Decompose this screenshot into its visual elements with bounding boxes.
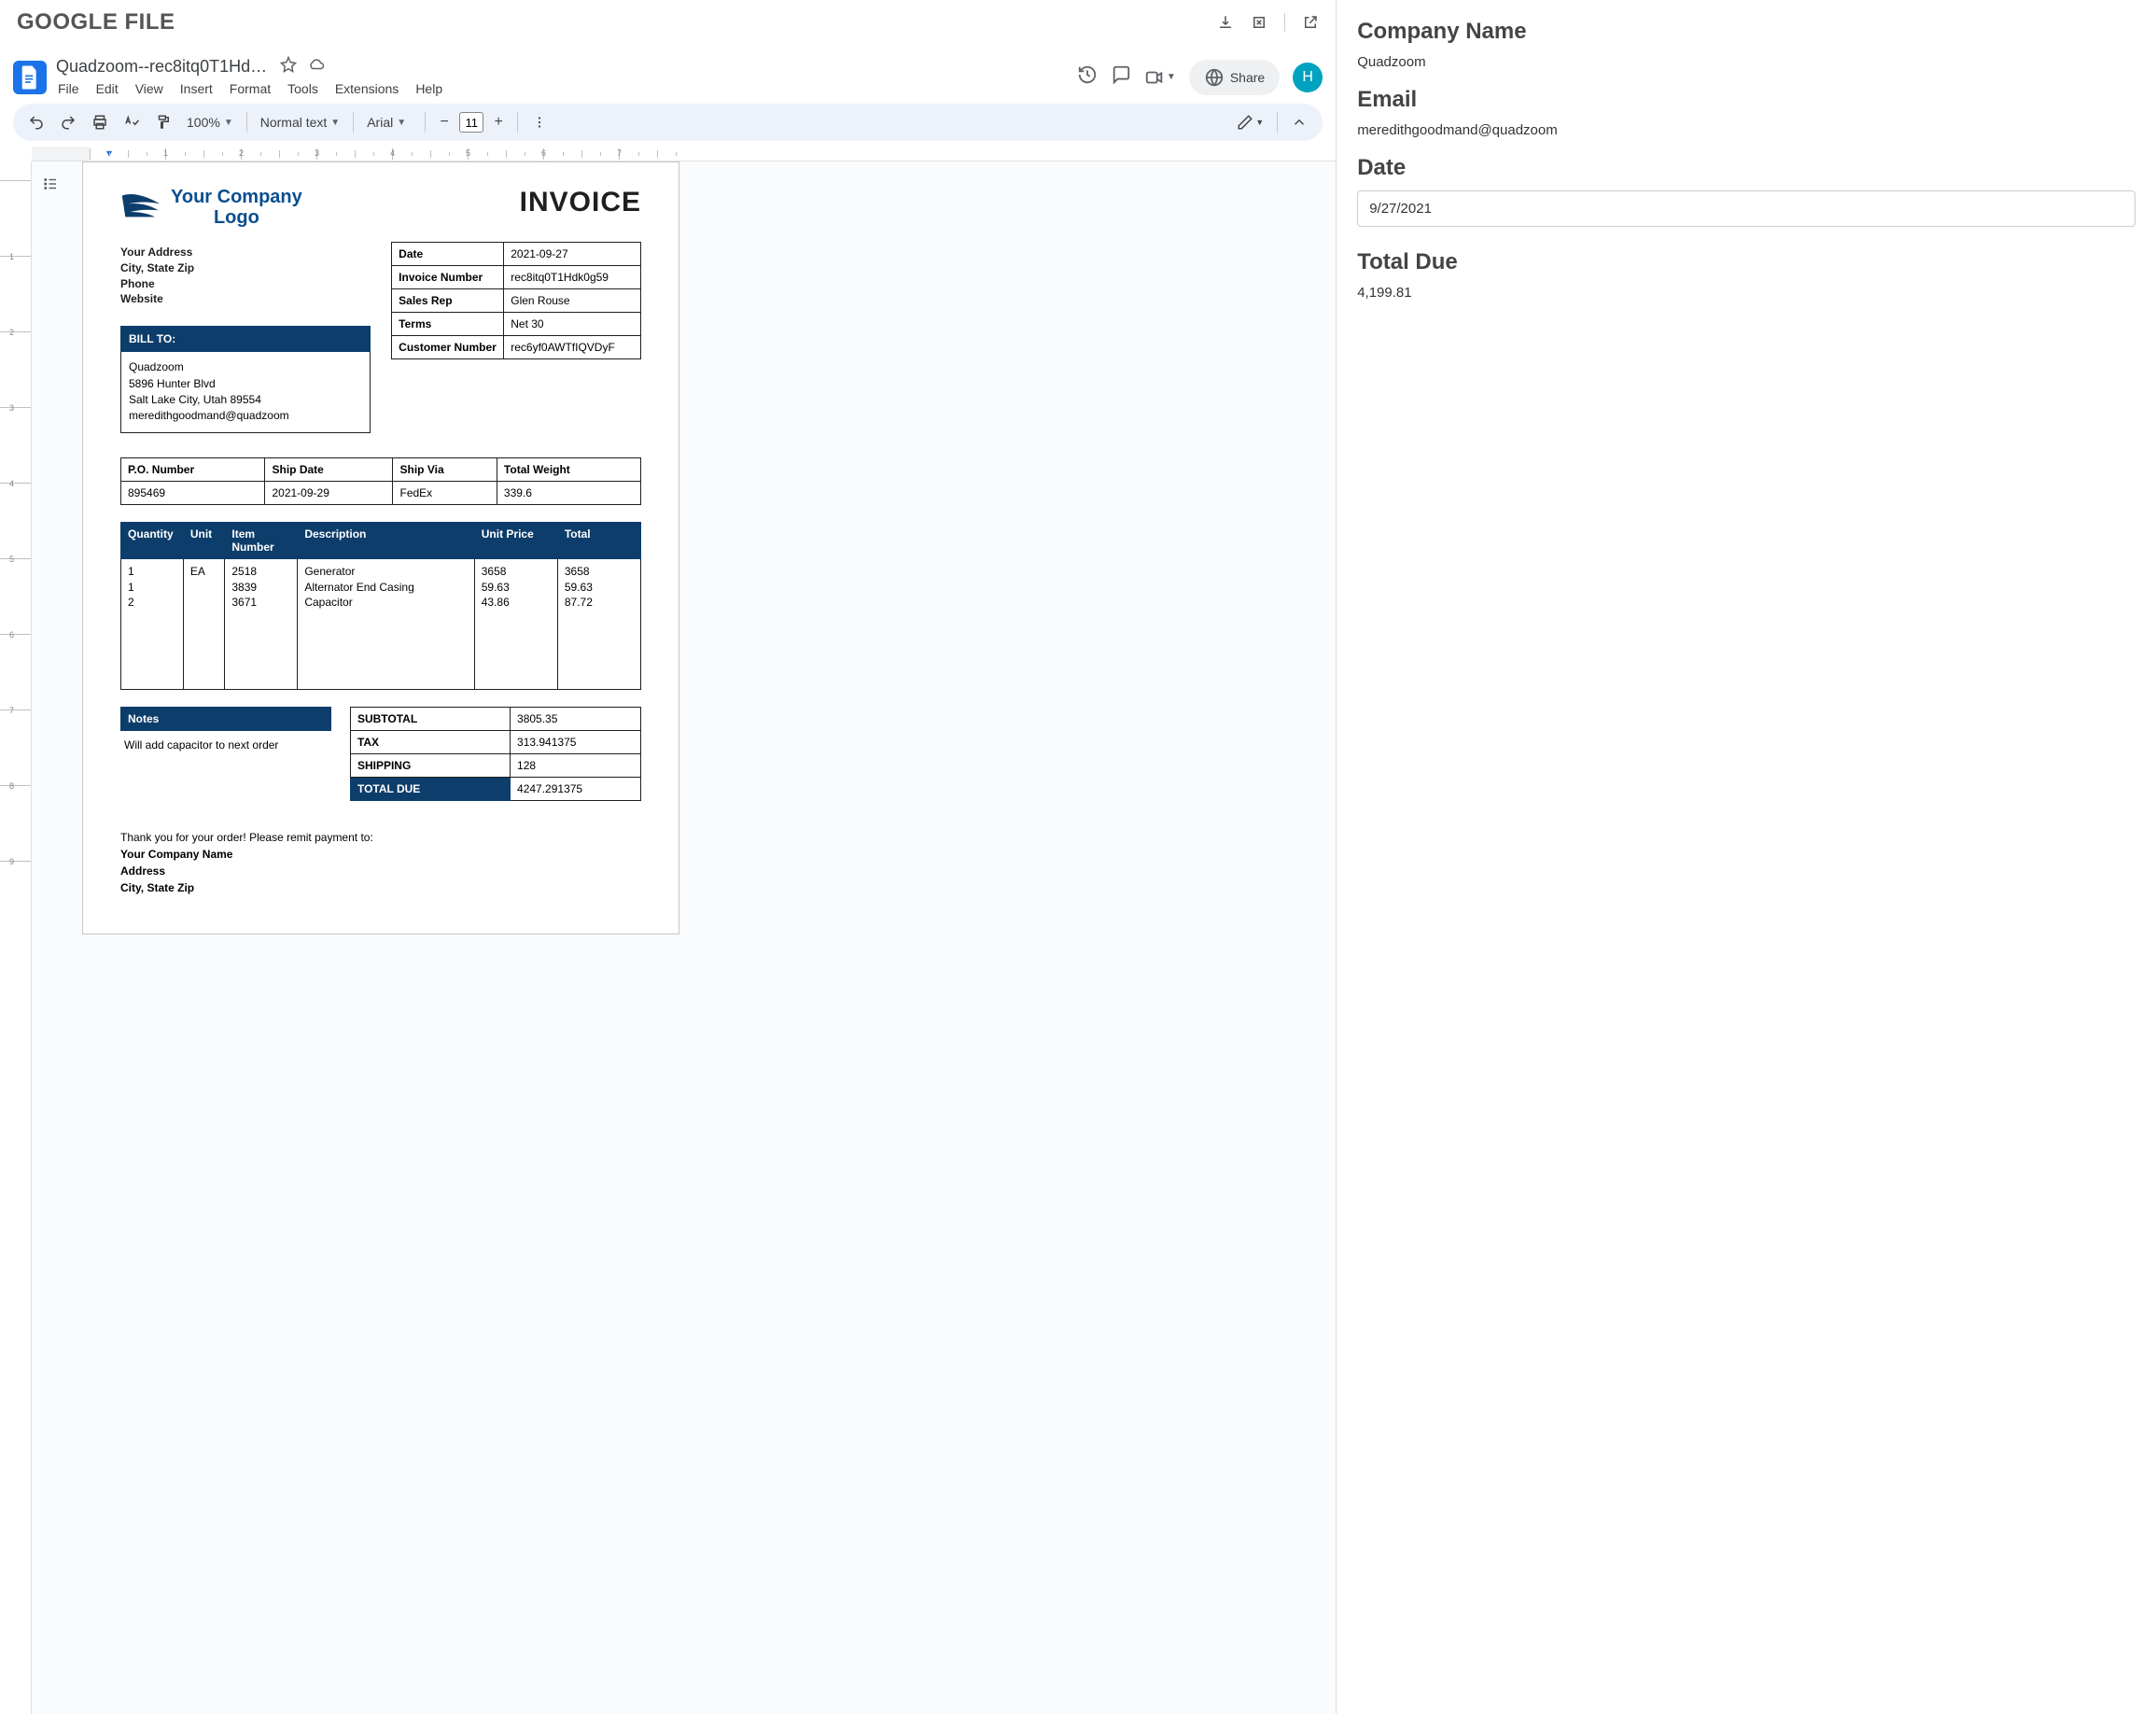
totals-table: SUBTOTAL3805.35 TAX313.941375 SHIPPING12…: [350, 707, 641, 801]
share-label: Share: [1230, 70, 1265, 85]
menu-edit[interactable]: Edit: [94, 79, 120, 98]
fontsize-control: − +: [433, 111, 510, 133]
collapse-toolbar-button[interactable]: [1285, 109, 1313, 135]
field-heading-company: Company Name: [1357, 19, 2135, 45]
field-value-company: Quadzoom: [1357, 54, 2135, 70]
document-page[interactable]: Your CompanyLogo Your Address City, Stat…: [82, 162, 679, 934]
avatar[interactable]: H: [1293, 63, 1323, 92]
company-logo: Your CompanyLogo: [120, 187, 302, 228]
billto-header: BILL TO:: [120, 326, 371, 352]
expand-icon[interactable]: [1251, 14, 1267, 31]
zoom-select[interactable]: 100%▼: [181, 111, 239, 133]
fontsize-increase[interactable]: +: [487, 111, 510, 133]
wing-icon: [120, 188, 161, 228]
divider: [1284, 13, 1285, 32]
font-select[interactable]: Arial▼: [361, 111, 417, 133]
docs-logo-icon[interactable]: [13, 61, 47, 94]
line-items-table: Quantity Unit Item Number Description Un…: [120, 522, 641, 690]
panel-title: GOOGLE FILE: [17, 9, 175, 35]
horizontal-ruler[interactable]: ▾ 1 2 3 4 5 6 7: [0, 147, 1336, 162]
paint-format-button[interactable]: [149, 109, 177, 135]
field-value-total: 4,199.81: [1357, 285, 2135, 301]
style-select[interactable]: Normal text▼: [255, 111, 345, 133]
field-heading-total: Total Due: [1357, 249, 2135, 275]
header-actions: [1217, 13, 1319, 32]
star-icon[interactable]: [280, 56, 297, 77]
field-value-email: meredithgoodmand@quadzoom: [1357, 122, 2135, 138]
google-file-panel: GOOGLE FILE Quadzoom--rec8itq0T1Hdk… Fil…: [0, 0, 1337, 1714]
notes-box: Notes Will add capacitor to next order: [120, 707, 331, 801]
field-heading-date: Date: [1357, 155, 2135, 181]
share-button[interactable]: Share: [1189, 60, 1280, 95]
toolbar: 100%▼ Normal text▼ Arial▼ − + ▼: [13, 104, 1323, 141]
menu-help[interactable]: Help: [413, 79, 444, 98]
billto-body: Quadzoom 5896 Hunter Blvd Salt Lake City…: [120, 352, 371, 433]
cloud-icon[interactable]: [308, 56, 325, 77]
field-heading-email: Email: [1357, 87, 2135, 113]
menu-tools[interactable]: Tools: [286, 79, 320, 98]
date-input[interactable]: [1357, 190, 2135, 227]
panel-header: GOOGLE FILE: [0, 0, 1336, 52]
vertical-ruler[interactable]: 1 2 3 4 5 6 7 8 9: [0, 162, 32, 1714]
footer-text: Thank you for your order! Please remit p…: [120, 829, 641, 896]
docs-titlebar: Quadzoom--rec8itq0T1Hdk… File Edit View …: [0, 52, 1336, 98]
meet-button[interactable]: ▼: [1144, 67, 1176, 88]
menu-view[interactable]: View: [133, 79, 165, 98]
shipping-table: P.O. Number Ship Date Ship Via Total Wei…: [120, 457, 641, 505]
fontsize-input[interactable]: [459, 112, 483, 133]
comment-icon[interactable]: [1111, 64, 1131, 90]
outline-toggle-icon[interactable]: [37, 171, 63, 197]
menubar: File Edit View Insert Format Tools Exten…: [56, 79, 1068, 98]
print-button[interactable]: [86, 109, 114, 135]
download-icon[interactable]: [1217, 14, 1234, 31]
history-icon[interactable]: [1077, 64, 1098, 90]
editing-mode-button[interactable]: ▼: [1231, 109, 1269, 135]
menu-insert[interactable]: Insert: [178, 79, 215, 98]
invoice-info-table: Date2021-09-27 Invoice Numberrec8itq0T1H…: [391, 242, 641, 359]
menu-extensions[interactable]: Extensions: [333, 79, 400, 98]
details-panel: Company Name Quadzoom Email meredithgood…: [1337, 0, 2156, 1714]
more-formatting-button[interactable]: [525, 109, 553, 135]
document-canvas: 1 2 3 4 5 6 7 8 9 Your C: [0, 162, 1336, 1714]
menu-file[interactable]: File: [56, 79, 81, 98]
doc-title[interactable]: Quadzoom--rec8itq0T1Hdk…: [56, 57, 271, 77]
open-external-icon[interactable]: [1302, 14, 1319, 31]
fontsize-decrease[interactable]: −: [433, 111, 455, 133]
menu-format[interactable]: Format: [228, 79, 273, 98]
invoice-title: INVOICE: [520, 187, 641, 218]
redo-button[interactable]: [54, 109, 82, 135]
undo-button[interactable]: [22, 109, 50, 135]
spellcheck-button[interactable]: [118, 109, 146, 135]
